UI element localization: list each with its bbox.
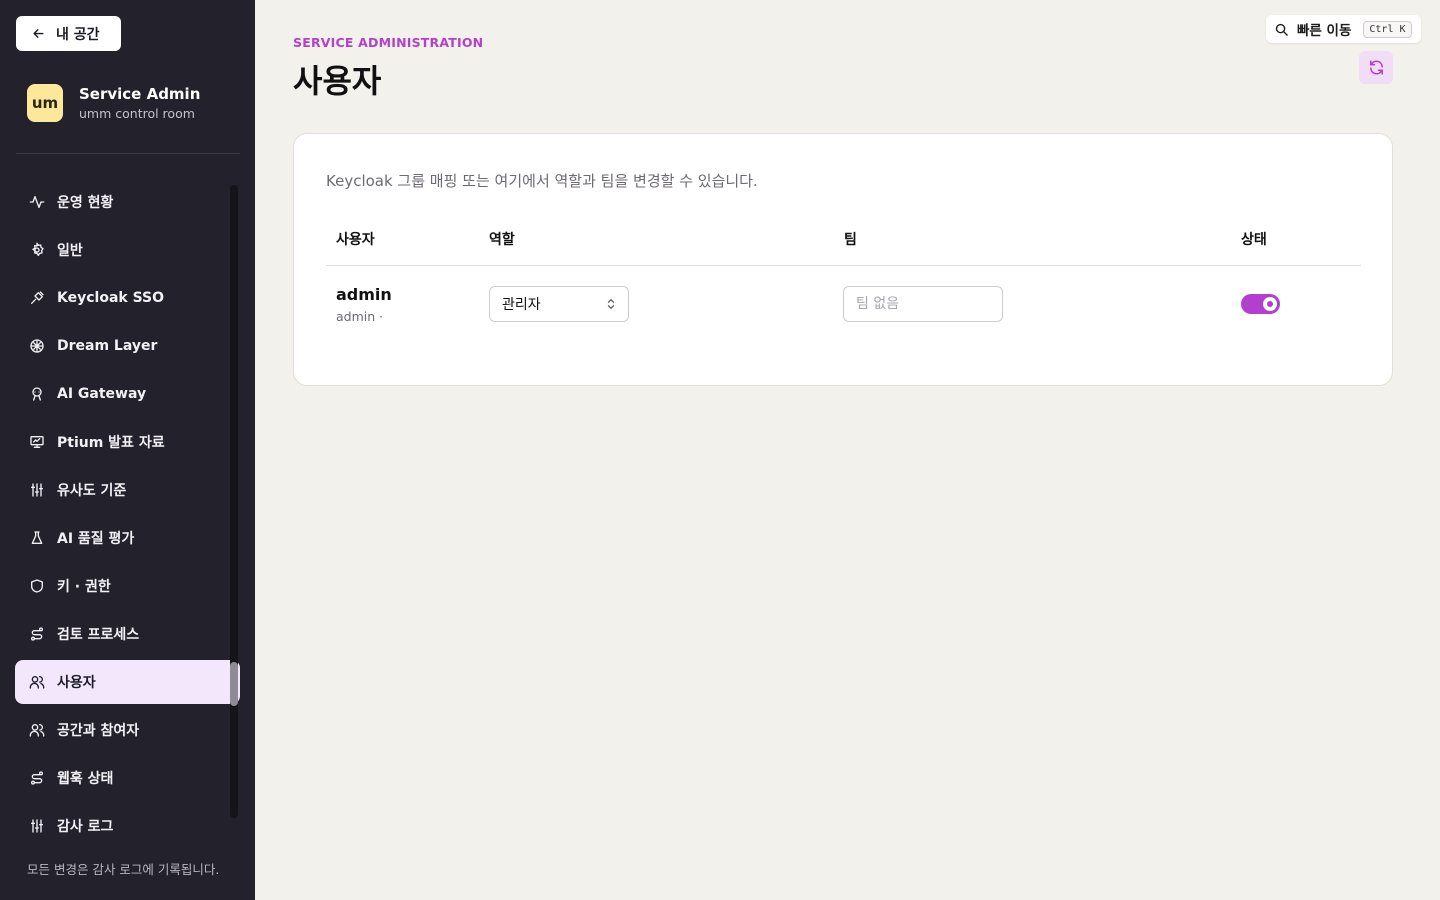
- sidebar-item-audit-log[interactable]: 감사 로그: [15, 804, 240, 848]
- refresh-button[interactable]: [1359, 51, 1393, 84]
- brand-title: Service Admin: [79, 85, 201, 103]
- toggle-knob: [1263, 297, 1277, 311]
- sidebar-item-label: 공간과 참여자: [57, 723, 140, 739]
- sidebar-footer-note: 모든 변경은 감사 로그에 기록됩니다.: [27, 862, 220, 877]
- sidebar-item-spaces-members[interactable]: 공간과 참여자: [15, 708, 240, 752]
- bot-icon: [32, 387, 42, 401]
- back-to-my-space-button[interactable]: 내 공간: [16, 16, 121, 51]
- sliders-icon: [31, 819, 43, 833]
- search-icon: [1275, 23, 1288, 36]
- column-header-status: 상태: [1241, 232, 1267, 248]
- shield-icon: [31, 579, 43, 593]
- column-header-team: 팀: [844, 232, 857, 248]
- column-header-user: 사용자: [336, 232, 375, 248]
- table-header-divider: [326, 265, 1361, 266]
- brand-logo: um: [27, 84, 63, 122]
- sidebar-item-general[interactable]: 일반: [15, 228, 240, 272]
- users-card: Keycloak 그룹 매핑 또는 여기에서 역할과 팀을 변경할 수 있습니다…: [293, 133, 1393, 386]
- column-header-role: 역할: [489, 232, 515, 248]
- brain-icon: [30, 339, 44, 353]
- arrow-left-icon: [33, 29, 44, 38]
- role-select-value: 관리자: [502, 297, 541, 313]
- sidebar-scrollbar-thumb[interactable]: [230, 662, 238, 706]
- presentation-icon: [30, 436, 44, 448]
- sidebar-item-keycloak-sso[interactable]: Keycloak SSO: [15, 276, 240, 320]
- sidebar-item-review-process[interactable]: 검토 프로세스: [15, 612, 240, 656]
- sidebar-item-ai-quality[interactable]: AI 품질 평가: [15, 516, 240, 560]
- user-subtext: admin ·: [336, 309, 384, 324]
- chevron-up-down-icon: [607, 299, 615, 309]
- sidebar-scrollbar[interactable]: [230, 185, 238, 818]
- sidebar-item-label: 일반: [57, 243, 83, 259]
- back-label: 내 공간: [56, 26, 100, 43]
- sidebar-item-label: AI Gateway: [57, 386, 147, 402]
- sidebar-item-dashboard[interactable]: 운영 현황: [15, 180, 240, 224]
- role-select[interactable]: 관리자: [489, 286, 629, 322]
- page-title: 사용자: [293, 62, 382, 100]
- sidebar-item-label: 키 · 권한: [57, 579, 111, 595]
- route-icon: [31, 627, 43, 641]
- shortcut-badge: Ctrl K: [1363, 20, 1412, 38]
- sidebar-item-similarity[interactable]: 유사도 기준: [15, 468, 240, 512]
- users-icon: [29, 676, 45, 689]
- activity-icon: [29, 196, 45, 208]
- sidebar-item-keys-permissions[interactable]: 키 · 권한: [15, 564, 240, 608]
- sliders-icon: [31, 483, 43, 497]
- sidebar-item-label: 검토 프로세스: [57, 627, 140, 643]
- user-name: admin: [336, 285, 392, 304]
- sidebar-item-label: Dream Layer: [57, 338, 158, 354]
- sidebar-item-ai-gateway[interactable]: AI Gateway: [15, 372, 240, 416]
- quick-nav-button[interactable]: 빠른 이동 Ctrl K: [1266, 15, 1421, 43]
- sidebar-item-label: Ptium 발표 자료: [57, 435, 165, 451]
- sidebar-item-webhook-status[interactable]: 웹훅 상태: [15, 756, 240, 800]
- sidebar-item-label: AI 품질 평가: [57, 531, 135, 547]
- section-eyebrow: SERVICE ADMINISTRATION: [293, 35, 484, 50]
- route-icon: [31, 771, 43, 785]
- status-toggle[interactable]: [1241, 294, 1280, 314]
- refresh-icon: [1369, 60, 1383, 75]
- team-input[interactable]: [843, 286, 1003, 322]
- sidebar-item-users[interactable]: 사용자: [15, 660, 240, 704]
- sidebar-item-label: 감사 로그: [57, 819, 114, 835]
- sidebar-item-label: 웹훅 상태: [57, 771, 114, 787]
- card-description: Keycloak 그룹 매핑 또는 여기에서 역할과 팀을 변경할 수 있습니다…: [326, 172, 758, 190]
- brand: um Service Admin umm control room: [27, 84, 200, 122]
- sidebar-item-label: 유사도 기준: [57, 483, 127, 499]
- sidebar-item-dream-layer[interactable]: Dream Layer: [15, 324, 240, 368]
- sidebar-item-label: Keycloak SSO: [57, 290, 165, 306]
- sidebar-nav: 운영 현황 일반 Keycloak SSO Dream Layer AI Gat…: [15, 180, 240, 852]
- gear-icon: [32, 242, 44, 256]
- sidebar-item-label: 사용자: [57, 675, 96, 691]
- sidebar-item-label: 운영 현황: [57, 195, 114, 211]
- users-icon: [29, 724, 45, 737]
- brand-subtitle: umm control room: [79, 106, 195, 121]
- sidebar-item-ptium-slides[interactable]: Ptium 발표 자료: [15, 420, 240, 464]
- flask-icon: [31, 531, 43, 544]
- quick-nav-label: 빠른 이동: [1297, 23, 1352, 39]
- sidebar-divider: [16, 153, 240, 154]
- key-link-icon: [31, 291, 44, 304]
- sidebar: 내 공간 um Service Admin umm control room 운…: [0, 0, 255, 900]
